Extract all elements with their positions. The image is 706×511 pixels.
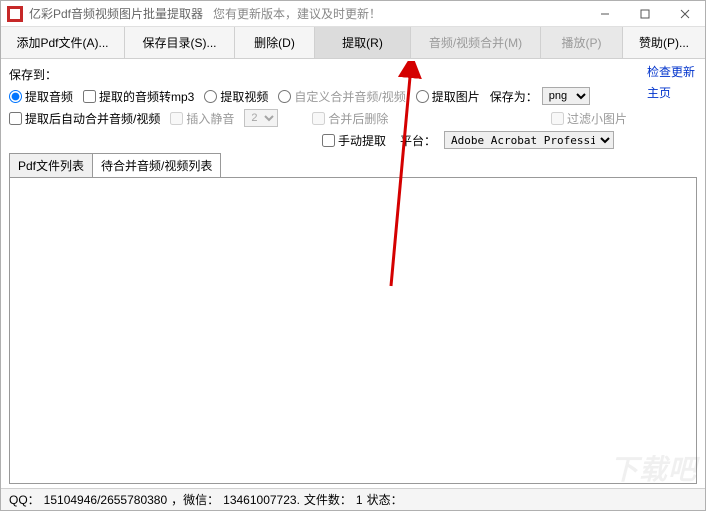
close-button[interactable]: [665, 1, 705, 27]
checkbox-audio-mp3[interactable]: 提取的音频转mp3: [83, 88, 194, 105]
merge-av-button: 音频/视频合并(M): [411, 27, 541, 58]
play-button: 播放(P): [541, 27, 623, 58]
tab-file-list[interactable]: Pdf文件列表: [9, 153, 93, 177]
donate-button[interactable]: 赞助(P)...: [623, 27, 705, 58]
radio-extract-image[interactable]: 提取图片: [416, 88, 480, 105]
save-to-label: 保存到：: [9, 66, 57, 83]
checkbox-merge-delete: 合并后删除: [312, 110, 388, 127]
checkbox-auto-merge[interactable]: 提取后自动合并音频/视频: [9, 110, 160, 127]
silence-seconds-select: 2: [244, 109, 278, 127]
radio-extract-audio[interactable]: 提取音频: [9, 88, 73, 105]
extract-button[interactable]: 提取(R): [315, 27, 411, 58]
titlebar: 亿彩Pdf音频视频图片批量提取器 您有更新版本，建议及时更新！: [1, 1, 705, 27]
window-title: 亿彩Pdf音频视频图片批量提取器: [29, 5, 203, 22]
status-qq-label: QQ：: [9, 491, 40, 508]
status-wechat-label: ，微信：: [171, 491, 219, 508]
save-as-select[interactable]: png: [542, 87, 590, 105]
app-window: 亿彩Pdf音频视频图片批量提取器 您有更新版本，建议及时更新！ 添加Pdf文件(…: [0, 0, 706, 511]
app-icon: [7, 6, 23, 22]
options-panel: 检查更新 主页 保存到： 提取音频 提取的音频转mp3 提取视频 自定义合并音频…: [1, 59, 705, 151]
merge-list-area[interactable]: [9, 177, 697, 484]
radio-custom-merge[interactable]: 自定义合并音频/视频: [278, 88, 405, 105]
add-pdf-button[interactable]: 添加Pdf文件(A)...: [1, 27, 125, 58]
statusbar: QQ： 15104946/2655780380 ，微信： 13461007723…: [1, 488, 705, 510]
status-files-value: 1: [356, 493, 363, 507]
tab-merge-list[interactable]: 待合并音频/视频列表: [92, 153, 221, 177]
window-buttons: [585, 1, 705, 27]
save-dir-button[interactable]: 保存目录(S)...: [125, 27, 235, 58]
window-subtitle: 您有更新版本，建议及时更新！: [213, 5, 381, 22]
status-qq-value: 15104946/2655780380: [44, 493, 167, 507]
status-state-label: 状态：: [367, 491, 403, 508]
save-as-label: 保存为：: [490, 88, 538, 105]
minimize-button[interactable]: [585, 1, 625, 27]
status-wechat-value: 13461007723.: [223, 493, 300, 507]
check-update-link[interactable]: 检查更新: [647, 63, 695, 80]
homepage-link[interactable]: 主页: [647, 84, 671, 101]
delete-button[interactable]: 删除(D): [235, 27, 315, 58]
toolbar: 添加Pdf文件(A)... 保存目录(S)... 删除(D) 提取(R) 音频/…: [1, 27, 705, 59]
checkbox-insert-silence: 插入静音: [170, 110, 234, 127]
radio-extract-video[interactable]: 提取视频: [204, 88, 268, 105]
status-files-label: 文件数：: [304, 491, 352, 508]
platform-select[interactable]: Adobe Acrobat Profession: [444, 131, 614, 149]
platform-label: 平台：: [400, 132, 436, 149]
checkbox-filter-small-images: 过滤小图片: [551, 110, 627, 127]
side-links: 检查更新 主页: [647, 63, 695, 101]
checkbox-manual-extract[interactable]: 手动提取: [322, 132, 386, 149]
maximize-button[interactable]: [625, 1, 665, 27]
tabs: Pdf文件列表 待合并音频/视频列表: [1, 153, 705, 177]
